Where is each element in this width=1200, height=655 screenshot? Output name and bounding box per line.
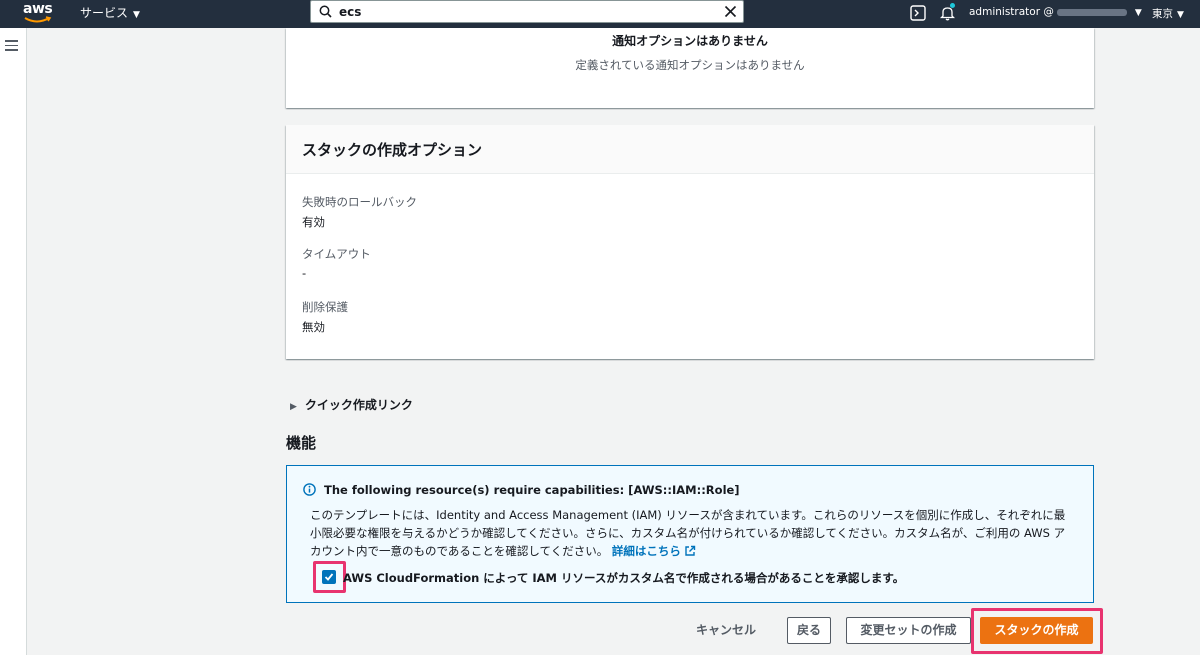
back-button[interactable]: 戻る: [787, 617, 831, 644]
alert-body: このテンプレートには、Identity and Access Managemen…: [310, 506, 1075, 560]
search-box[interactable]: [310, 0, 744, 23]
learn-more-link[interactable]: 詳細はこちら: [612, 544, 696, 558]
rollback-label: 失敗時のロールバック: [302, 195, 417, 209]
side-navigation-rail: [0, 28, 27, 655]
notification-dot: [950, 3, 955, 8]
search-icon: [319, 5, 332, 18]
account-label: administrator @: [969, 6, 1054, 18]
account-id-redacted: [1056, 8, 1127, 16]
caret-right-icon: ▶: [290, 402, 297, 412]
caret-down-icon: ▼: [1177, 10, 1184, 20]
create-stack-button[interactable]: スタックの作成: [980, 617, 1093, 644]
cloudshell-icon[interactable]: [910, 5, 926, 21]
caret-down-icon: ▼: [133, 10, 140, 20]
quick-create-link-label: クイック作成リンク: [304, 398, 413, 412]
close-icon[interactable]: [724, 5, 737, 18]
empty-state-title: 通知オプションはありません: [612, 34, 768, 48]
region-menu[interactable]: 東京 ▼: [1152, 6, 1184, 21]
panel-header: スタックの作成オプション: [286, 125, 1094, 174]
external-link-icon: [685, 545, 696, 556]
panel-title: スタックの作成オプション: [302, 141, 483, 159]
alert-title: The following resource(s) require capabi…: [324, 483, 740, 497]
aws-logo-text: aws: [23, 1, 53, 17]
info-icon: [303, 483, 316, 496]
hamburger-menu-icon[interactable]: [5, 40, 18, 54]
aws-logo[interactable]: aws: [22, 1, 56, 25]
timeout-label: タイムアウト: [302, 247, 371, 261]
services-label: サービス: [80, 6, 129, 20]
account-menu[interactable]: administrator @ ▼: [969, 6, 1142, 18]
capabilities-heading: 機能: [286, 434, 317, 452]
quick-create-link-expander[interactable]: ▶ クイック作成リンク: [290, 396, 413, 413]
termination-protection-value: 無効: [302, 320, 325, 334]
search-input[interactable]: [339, 4, 719, 19]
timeout-value: -: [302, 266, 307, 280]
learn-more-label: 詳細はこちら: [611, 544, 681, 558]
acknowledge-iam-checkbox[interactable]: [322, 570, 336, 584]
acknowledge-iam-label[interactable]: AWS CloudFormation によって IAM リソースがカスタム名で作…: [343, 570, 904, 586]
create-change-set-button[interactable]: 変更セットの作成: [846, 617, 971, 644]
services-menu[interactable]: サービス ▼: [80, 4, 140, 21]
notification-options-panel: 通知オプションはありません 定義されている通知オプションはありません: [286, 28, 1094, 108]
caret-down-icon: ▼: [1134, 8, 1142, 18]
top-navigation-bar: aws サービス ▼ administrator @ ▼ 東京 ▼: [0, 0, 1200, 28]
check-icon: [324, 573, 334, 581]
stack-creation-options-panel: スタックの作成オプション 失敗時のロールバック 有効 タイムアウト - 削除保護…: [286, 125, 1094, 359]
rollback-value: 有効: [302, 215, 325, 229]
empty-state-description: 定義されている通知オプションはありません: [575, 58, 805, 72]
aws-smile-icon: [24, 16, 52, 23]
termination-protection-label: 削除保護: [302, 300, 348, 314]
cancel-button[interactable]: キャンセル: [688, 617, 764, 644]
region-label: 東京: [1152, 8, 1173, 20]
